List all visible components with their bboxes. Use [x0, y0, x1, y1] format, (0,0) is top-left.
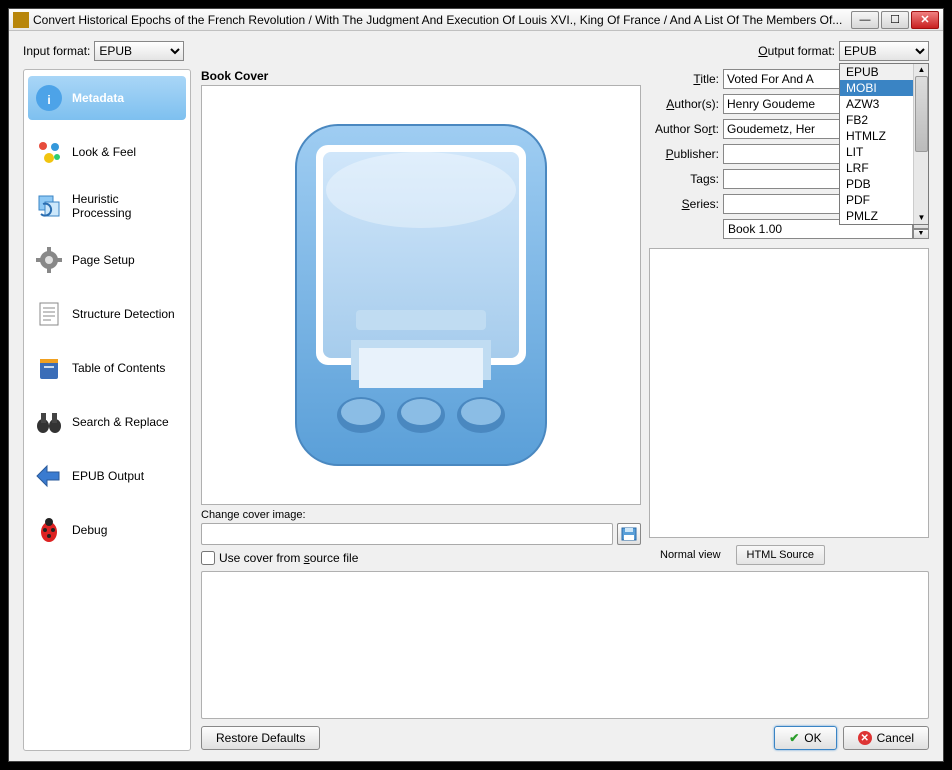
- sidebar-item-page-setup[interactable]: Page Setup: [28, 238, 186, 282]
- use-source-cover-label: Use cover from source file: [219, 551, 358, 565]
- dropdown-item-epub[interactable]: EPUB: [840, 64, 913, 80]
- sync-icon: [34, 191, 64, 221]
- arrow-left-icon: [34, 461, 64, 491]
- sidebar-item-search-replace[interactable]: Search & Replace: [28, 400, 186, 444]
- cancel-icon: ✕: [858, 731, 872, 745]
- scroll-thumb[interactable]: [915, 76, 928, 152]
- sidebar-item-toc[interactable]: Table of Contents: [28, 346, 186, 390]
- maximize-button[interactable]: ☐: [881, 11, 909, 29]
- close-button[interactable]: ✕: [911, 11, 939, 29]
- comments-preview: [649, 248, 929, 538]
- tab-normal-view[interactable]: Normal view: [649, 545, 732, 565]
- dropdown-item-azw3[interactable]: AZW3: [840, 96, 913, 112]
- dropdown-item-mobi[interactable]: MOBI: [840, 80, 913, 96]
- output-format-select[interactable]: EPUB: [839, 41, 929, 61]
- ok-button[interactable]: ✔ OK: [774, 726, 836, 750]
- scroll-down-icon[interactable]: ▼: [915, 212, 928, 224]
- bug-icon: [34, 515, 64, 545]
- sidebar-item-metadata[interactable]: i Metadata: [28, 76, 186, 120]
- series-label: Series:: [649, 197, 719, 211]
- sidebar-item-epub-output[interactable]: EPUB Output: [28, 454, 186, 498]
- cover-path-input[interactable]: [201, 523, 613, 545]
- gear-icon: [34, 245, 64, 275]
- browse-cover-button[interactable]: [617, 523, 641, 545]
- app-icon: [13, 12, 29, 28]
- dropdown-item-pmlz[interactable]: PMLZ: [840, 208, 913, 224]
- binoculars-icon: [34, 407, 64, 437]
- input-format-select[interactable]: EPUB: [94, 41, 184, 61]
- sidebar-item-debug[interactable]: Debug: [28, 508, 186, 552]
- comments-editor[interactable]: [201, 571, 929, 719]
- disk-icon: [621, 527, 637, 541]
- use-source-cover-checkbox[interactable]: [201, 551, 215, 565]
- output-format-dropdown[interactable]: EPUB MOBI AZW3 FB2 HTMLZ LIT LRF PDB PDF: [839, 63, 929, 225]
- tags-label: Tags:: [649, 172, 719, 186]
- publisher-label: Publisher:: [649, 147, 719, 161]
- cover-preview: [201, 85, 641, 505]
- minimize-button[interactable]: —: [851, 11, 879, 29]
- change-cover-label: Change cover image:: [201, 509, 641, 521]
- dropdown-item-lit[interactable]: LIT: [840, 144, 913, 160]
- book-cover-label: Book Cover: [201, 69, 641, 83]
- svg-text:i: i: [47, 93, 50, 107]
- check-icon: ✔: [789, 731, 799, 745]
- restore-defaults-button[interactable]: Restore Defaults: [201, 726, 320, 750]
- output-format-label: Output format:: [758, 44, 835, 58]
- tab-html-source[interactable]: HTML Source: [736, 545, 825, 565]
- dropdown-item-fb2[interactable]: FB2: [840, 112, 913, 128]
- document-icon: [34, 299, 64, 329]
- book-icon: [34, 353, 64, 383]
- dropdown-item-htmlz[interactable]: HTMLZ: [840, 128, 913, 144]
- dropdown-item-pdf[interactable]: PDF: [840, 192, 913, 208]
- paint-icon: [34, 137, 64, 167]
- input-format-label: Input format:: [23, 44, 90, 58]
- sidebar-item-heuristic[interactable]: Heuristic Processing: [28, 184, 186, 228]
- dropdown-item-lrf[interactable]: LRF: [840, 160, 913, 176]
- cancel-button[interactable]: ✕ Cancel: [843, 726, 929, 750]
- dropdown-scrollbar[interactable]: ▲ ▼: [913, 64, 928, 224]
- author-sort-label: Author Sort:: [649, 122, 719, 136]
- sidebar: i Metadata Look & Feel Heuristic Process…: [23, 69, 191, 751]
- authors-label: Author(s):: [649, 97, 719, 111]
- info-icon: i: [34, 83, 64, 113]
- book-number-down[interactable]: ▼: [913, 229, 929, 239]
- dropdown-item-pdb[interactable]: PDB: [840, 176, 913, 192]
- sidebar-item-structure[interactable]: Structure Detection: [28, 292, 186, 336]
- scroll-up-icon[interactable]: ▲: [915, 64, 928, 76]
- window-title: Convert Historical Epochs of the French …: [33, 13, 851, 27]
- sidebar-item-look-feel[interactable]: Look & Feel: [28, 130, 186, 174]
- title-label: Title:: [649, 72, 719, 86]
